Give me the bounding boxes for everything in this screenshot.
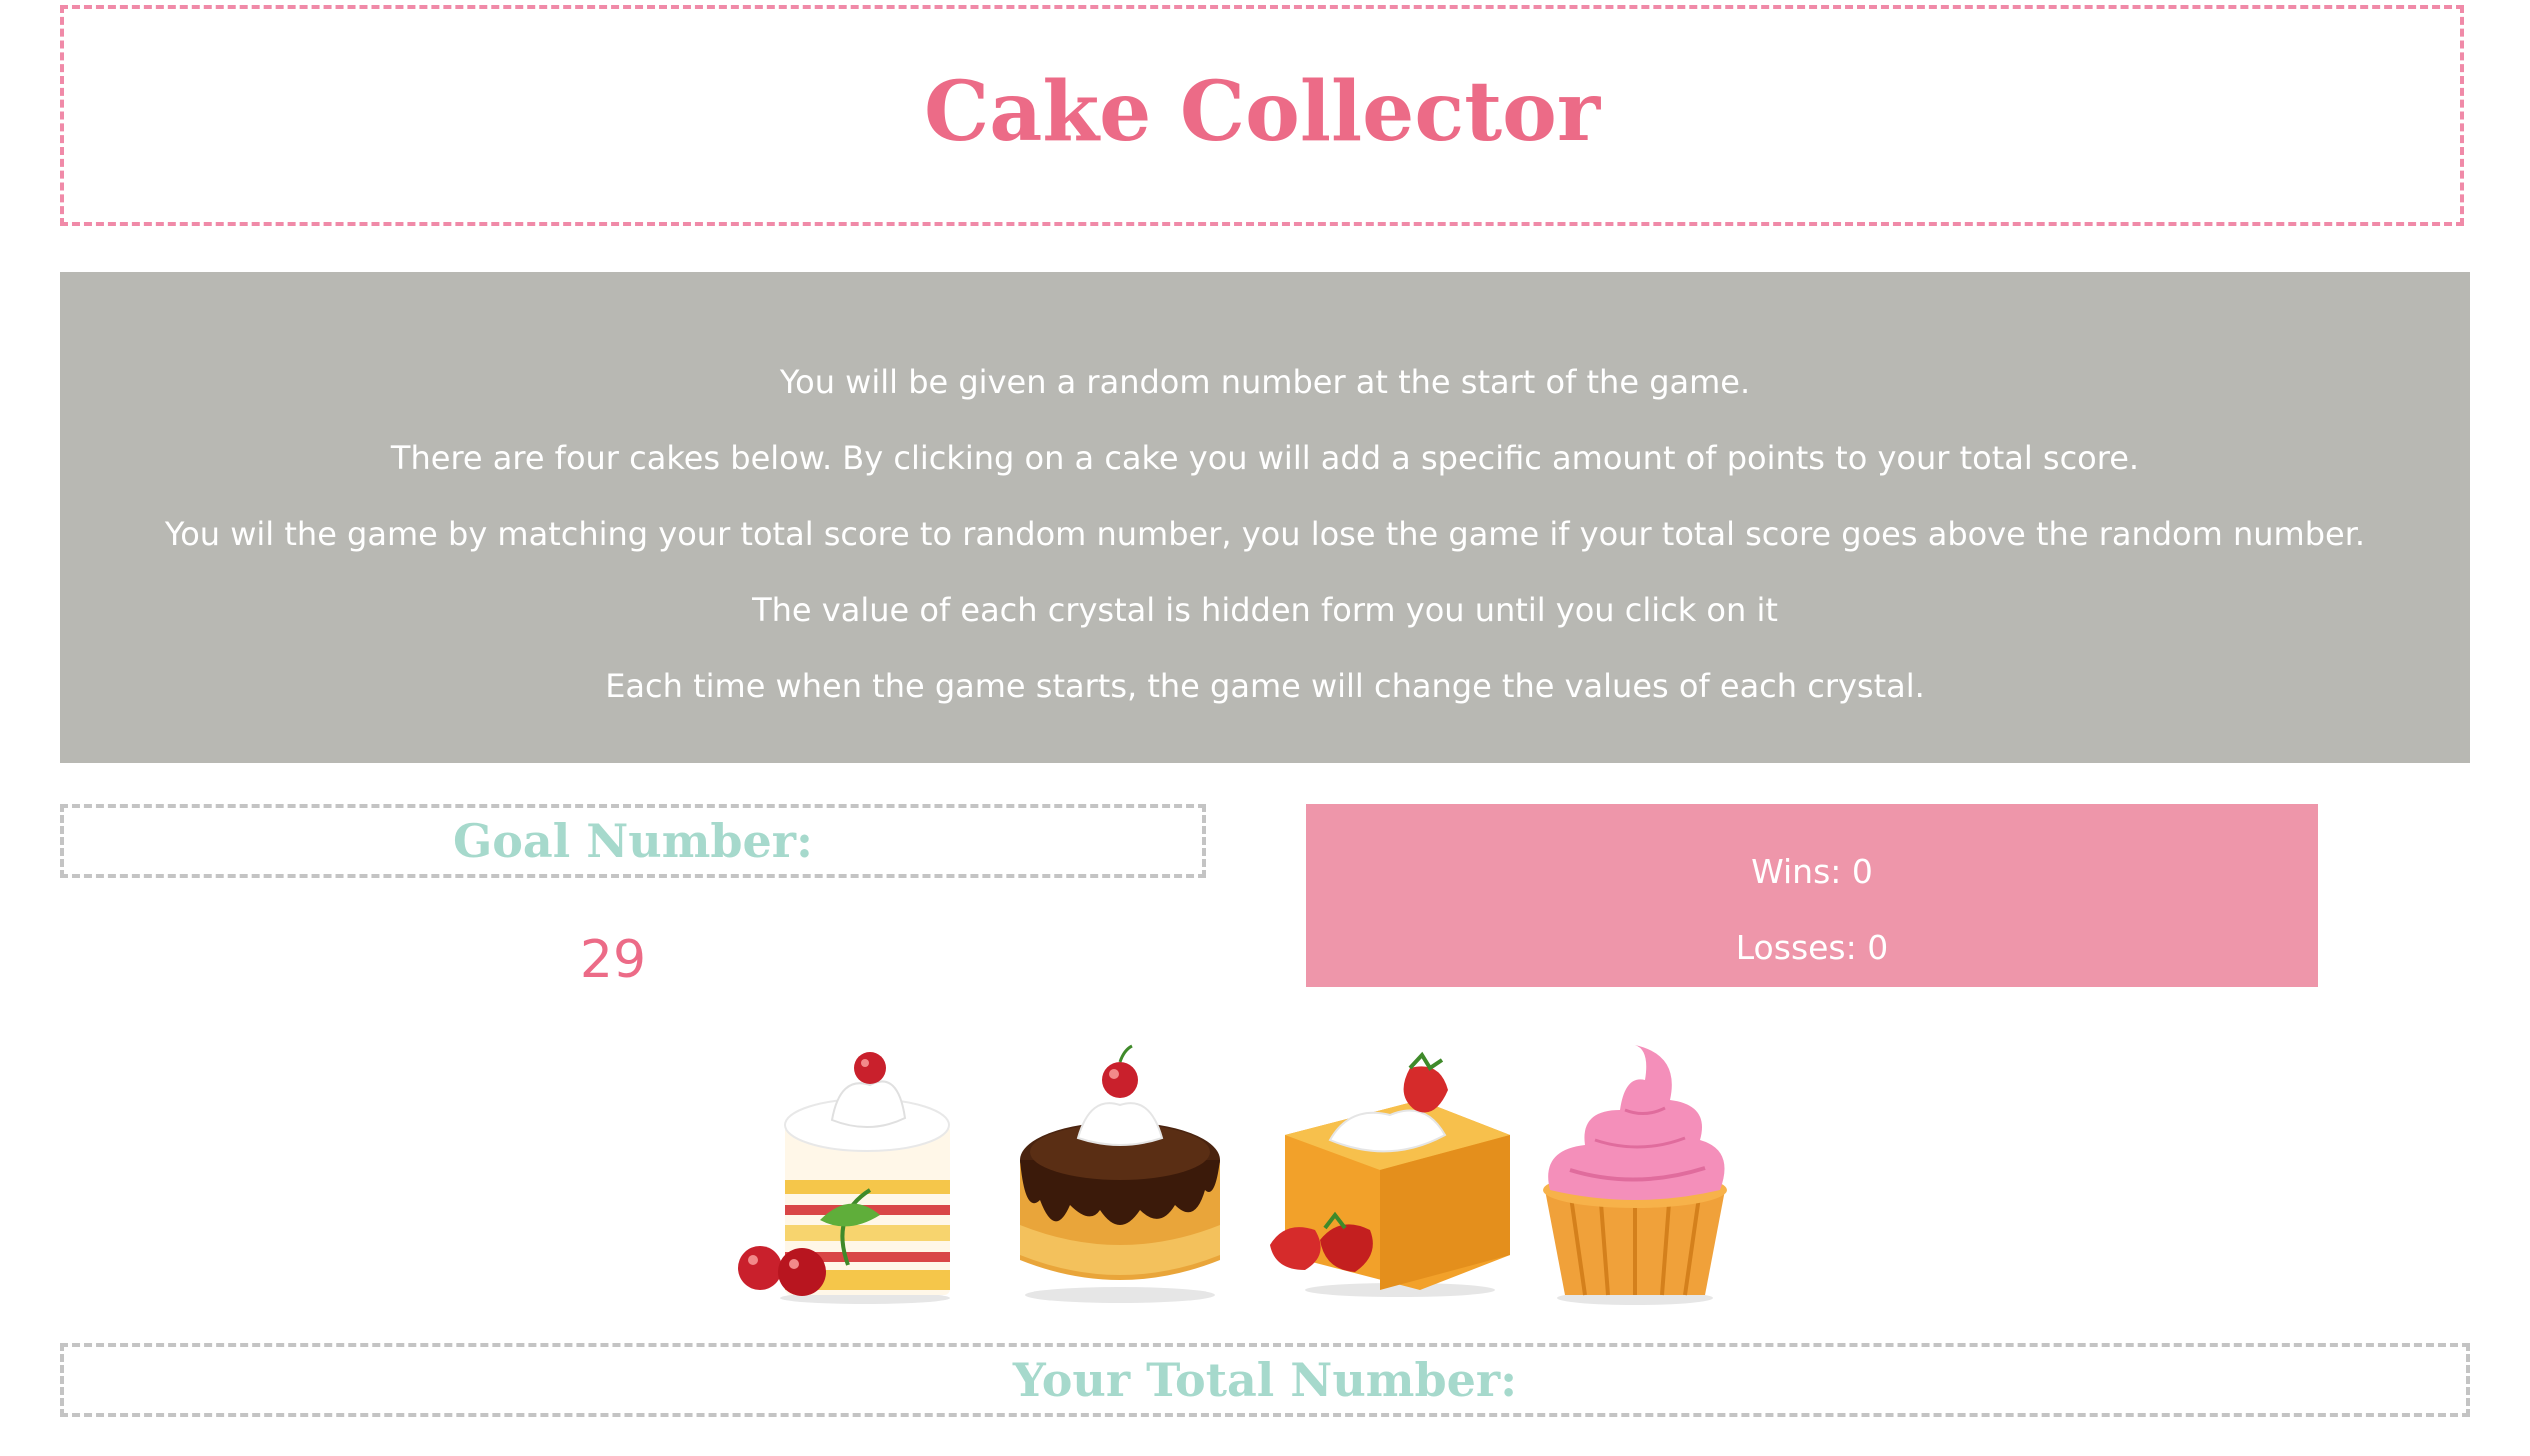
instructions-panel: You will be given a random number at the…: [60, 272, 2470, 763]
instruction-line: There are four cakes below. By clicking …: [390, 439, 2140, 477]
cake-buttons: [730, 1040, 1770, 1310]
instruction-line: Each time when the game starts, the game…: [605, 667, 1925, 705]
instruction-line: You will be given a random number at the…: [779, 363, 1751, 401]
total-number-header: Your Total Number:: [60, 1343, 2470, 1417]
scoreboard: Wins: 0 Losses: 0: [1306, 804, 2318, 987]
page-title: Cake Collector: [923, 63, 1601, 160]
instruction-line: The value of each crystal is hidden form…: [752, 591, 1778, 629]
instruction-line: You wil the game by matching your total …: [164, 515, 2366, 553]
cupcake-icon[interactable]: [1540, 1040, 1780, 1310]
strawberry-layer-cake-icon[interactable]: [730, 1040, 970, 1310]
title-banner: Cake Collector: [60, 5, 2464, 226]
goal-number-label: Goal Number:: [452, 814, 814, 868]
goal-number-value: 29: [579, 930, 647, 990]
losses-counter: Losses: 0: [1735, 928, 1889, 967]
strawberry-shortcake-icon[interactable]: [1270, 1040, 1510, 1310]
wins-counter: Wins: 0: [1751, 852, 1873, 891]
goal-number-header: Goal Number:: [60, 804, 1206, 878]
total-number-label: Your Total Number:: [1012, 1353, 1518, 1407]
chocolate-cake-icon[interactable]: [1000, 1040, 1240, 1310]
